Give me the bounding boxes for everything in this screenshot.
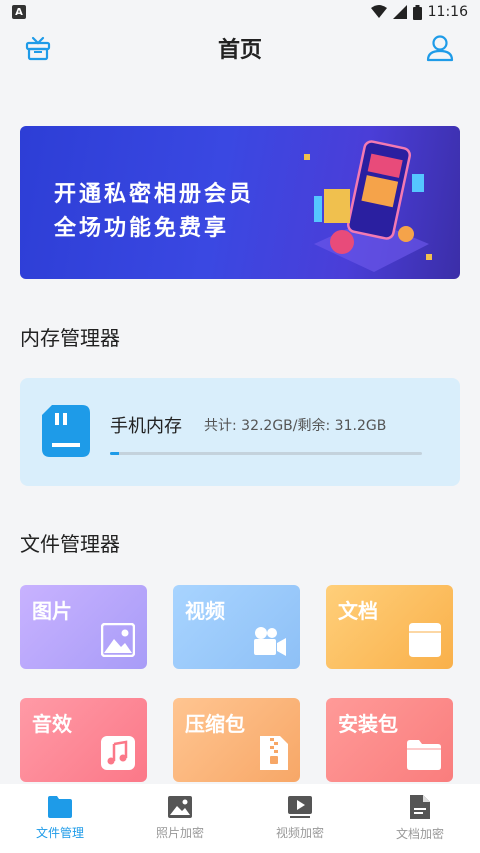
document-icon bbox=[409, 623, 441, 657]
banner-headline: 开通私密相册会员 bbox=[54, 182, 255, 207]
tab-document-encrypt[interactable]: 文档加密 bbox=[360, 784, 480, 853]
user-button[interactable] bbox=[422, 30, 458, 66]
tab-label: 视频加密 bbox=[275, 826, 324, 840]
file-section-title: 文件管理器 bbox=[20, 532, 120, 556]
phone-shop-illustration bbox=[304, 140, 432, 272]
file-icon bbox=[410, 795, 430, 819]
battery-icon bbox=[412, 4, 422, 20]
tile-label: 视频 bbox=[185, 599, 225, 623]
folder-icon bbox=[407, 740, 441, 770]
tile-archives[interactable]: 压缩包 bbox=[173, 698, 300, 782]
status-bar: A 11:16 bbox=[0, 0, 480, 24]
tile-label: 文档 bbox=[338, 599, 378, 623]
gift-icon bbox=[25, 36, 51, 61]
wifi-icon bbox=[370, 5, 387, 18]
signal-icon bbox=[392, 5, 407, 19]
folder-icon bbox=[48, 796, 72, 818]
page-title: 首页 bbox=[217, 38, 262, 63]
tab-label: 文件管理 bbox=[35, 826, 84, 840]
music-icon bbox=[101, 736, 135, 770]
storage-progress-bar bbox=[110, 452, 422, 455]
video-play-icon bbox=[288, 796, 312, 818]
tab-file-manager[interactable]: 文件管理 bbox=[0, 784, 120, 853]
tile-images[interactable]: 图片 bbox=[20, 585, 147, 669]
tile-audio[interactable]: 音效 bbox=[20, 698, 147, 782]
banner-subline: 全场功能免费享 bbox=[54, 216, 230, 241]
tab-label: 文档加密 bbox=[395, 827, 444, 841]
clock: 11:16 bbox=[427, 4, 468, 20]
notification-badge: A bbox=[12, 5, 26, 19]
status-icons: 11:16 bbox=[370, 4, 468, 20]
tab-label: 照片加密 bbox=[155, 826, 204, 840]
user-icon bbox=[426, 35, 454, 62]
tab-video-encrypt[interactable]: 视频加密 bbox=[240, 784, 360, 853]
vip-banner[interactable]: 开通私密相册会员 全场功能免费享 bbox=[20, 126, 460, 279]
gift-button[interactable] bbox=[20, 30, 56, 66]
tile-documents[interactable]: 文档 bbox=[326, 585, 453, 669]
photo-icon bbox=[168, 796, 192, 818]
memory-section-title: 内存管理器 bbox=[20, 326, 120, 350]
tile-label: 图片 bbox=[32, 599, 72, 623]
app-header: 首页 bbox=[0, 24, 480, 72]
image-icon bbox=[101, 623, 135, 657]
bottom-tab-bar: 文件管理 照片加密 视频加密 文档加密 bbox=[0, 784, 480, 853]
tile-packages[interactable]: 安装包 bbox=[326, 698, 453, 782]
sd-card-icon bbox=[42, 405, 90, 457]
phone-storage-card[interactable]: 手机内存 共计: 32.2GB/剩余: 31.2GB bbox=[20, 378, 460, 486]
tile-label: 音效 bbox=[32, 712, 72, 736]
tile-label: 安装包 bbox=[338, 712, 398, 736]
zip-icon bbox=[260, 736, 288, 770]
tile-videos[interactable]: 视频 bbox=[173, 585, 300, 669]
tab-photo-encrypt[interactable]: 照片加密 bbox=[120, 784, 240, 853]
storage-info: 共计: 32.2GB/剩余: 31.2GB bbox=[204, 418, 387, 434]
storage-title: 手机内存 bbox=[110, 416, 182, 437]
storage-progress-fill bbox=[110, 452, 120, 455]
video-camera-icon bbox=[254, 627, 286, 656]
tile-label: 压缩包 bbox=[185, 712, 245, 736]
